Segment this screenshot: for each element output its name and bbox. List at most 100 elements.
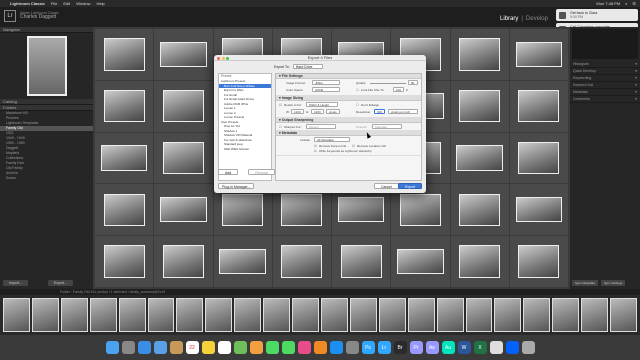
- grid-thumbnail[interactable]: [450, 80, 509, 132]
- premiere-icon[interactable]: Pr: [409, 341, 423, 354]
- grid-thumbnail[interactable]: [272, 236, 331, 287]
- menu-window[interactable]: Window: [76, 1, 90, 6]
- resolution-units-select[interactable]: pixels per inch: [388, 109, 418, 114]
- audition-icon[interactable]: Au: [441, 341, 455, 354]
- color-space-select[interactable]: sRGB: [312, 87, 340, 92]
- spotlight-icon[interactable]: ⌕: [625, 1, 627, 6]
- finder-icon[interactable]: [105, 341, 119, 354]
- chrome-icon[interactable]: [489, 341, 503, 354]
- filmstrip-thumbnail[interactable]: [176, 298, 204, 332]
- word-icon[interactable]: W: [457, 341, 471, 354]
- dropbox-icon[interactable]: [505, 341, 519, 354]
- limit-file-size-checkbox[interactable]: ☐: [356, 88, 359, 92]
- cancel-button[interactable]: Cancel: [374, 183, 399, 189]
- grid-thumbnail[interactable]: [509, 80, 568, 132]
- sync-metadata-button[interactable]: Sync Metadata: [572, 280, 599, 286]
- itunes-icon[interactable]: [297, 341, 311, 354]
- minimize-window-icon[interactable]: [221, 56, 225, 60]
- menu-app-name[interactable]: Lightroom Classic: [10, 1, 45, 6]
- filmstrip-thumbnail[interactable]: [89, 298, 117, 332]
- grid-thumbnail[interactable]: [509, 236, 568, 287]
- size-units-select[interactable]: pixels: [326, 109, 340, 114]
- filmstrip-thumbnail[interactable]: [31, 298, 59, 332]
- dont-enlarge-checkbox[interactable]: ☐: [356, 103, 359, 107]
- filmstrip-thumbnail[interactable]: [465, 298, 493, 332]
- height-input[interactable]: 1200: [311, 109, 324, 114]
- maps-icon[interactable]: [233, 341, 247, 354]
- right-panel-section[interactable]: Metadata ▾: [570, 89, 640, 96]
- lightroom-icon[interactable]: Lr: [377, 341, 391, 354]
- aftereffects-icon[interactable]: Ae: [425, 341, 439, 354]
- grid-thumbnail[interactable]: [154, 236, 213, 287]
- remove-preset-button[interactable]: Remove: [248, 169, 276, 175]
- quality-slider[interactable]: [370, 82, 406, 84]
- notes-icon[interactable]: [201, 341, 215, 354]
- export-to-select[interactable]: Hard Drive: [292, 64, 323, 69]
- facetime-icon[interactable]: [281, 341, 295, 354]
- filmstrip-thumbnail[interactable]: [581, 298, 609, 332]
- grid-thumbnail[interactable]: [95, 184, 154, 236]
- module-develop[interactable]: Develop: [526, 16, 548, 22]
- contacts-icon[interactable]: [169, 341, 183, 354]
- right-panel-section[interactable]: Comments ▾: [570, 96, 640, 103]
- close-window-icon[interactable]: [217, 56, 220, 60]
- grid-thumbnail[interactable]: [450, 184, 509, 236]
- grid-thumbnail[interactable]: [154, 29, 213, 80]
- include-select[interactable]: All Metadata: [314, 137, 350, 142]
- grid-thumbnail[interactable]: [450, 236, 509, 287]
- grid-thumbnail[interactable]: [450, 132, 509, 184]
- filmstrip-thumbnail[interactable]: [3, 298, 30, 332]
- right-panel-section[interactable]: Quick Develop ▾: [570, 68, 640, 75]
- zoom-window-icon[interactable]: [226, 56, 229, 60]
- import-button[interactable]: Import...: [3, 280, 28, 286]
- mail-icon[interactable]: [153, 341, 167, 354]
- navigator-preview[interactable]: [26, 36, 67, 96]
- filmstrip-thumbnail[interactable]: [60, 298, 88, 332]
- add-preset-button[interactable]: Add: [218, 169, 239, 175]
- preset-item[interactable]: Wall JPEG Monitor: [219, 147, 271, 152]
- resize-checkbox[interactable]: ☑: [279, 103, 282, 107]
- notification-center-icon[interactable]: ☰: [632, 1, 636, 6]
- right-panel-section[interactable]: Histogram ▾: [570, 61, 640, 68]
- filmstrip-thumbnail[interactable]: [320, 298, 348, 332]
- filmstrip-thumbnail[interactable]: [523, 298, 551, 332]
- sync-settings-button[interactable]: Sync Settings: [601, 280, 626, 286]
- grid-thumbnail[interactable]: [509, 184, 568, 236]
- menu-file[interactable]: File: [51, 1, 57, 6]
- image-format-select[interactable]: JPEG: [312, 80, 340, 85]
- filmstrip-thumbnail[interactable]: [118, 298, 146, 332]
- grid-thumbnail[interactable]: [95, 29, 154, 80]
- right-panel-section[interactable]: Keyword List ▾: [570, 82, 640, 89]
- right-panel-section[interactable]: Keywording ▾: [570, 75, 640, 82]
- grid-thumbnail[interactable]: [450, 29, 509, 80]
- plugin-manager-button[interactable]: Plug-in Manager...: [218, 183, 255, 189]
- filmstrip-thumbnail[interactable]: [349, 298, 377, 332]
- filmstrip-thumbnail[interactable]: [292, 298, 319, 332]
- filmstrip-thumbnail[interactable]: [263, 298, 291, 332]
- notification-reminder[interactable]: Get back to Clara 9:00 PM: [556, 9, 638, 21]
- filmstrip-thumbnail[interactable]: [552, 298, 580, 332]
- grid-thumbnail[interactable]: [154, 184, 213, 236]
- remove-location-checkbox[interactable]: ☑: [352, 144, 355, 148]
- grid-thumbnail[interactable]: [391, 236, 450, 287]
- resize-mode-select[interactable]: Width & Height: [306, 102, 338, 107]
- grid-thumbnail[interactable]: [154, 80, 213, 132]
- grid-thumbnail[interactable]: [213, 236, 272, 287]
- filmstrip-thumbnail[interactable]: [147, 298, 175, 332]
- grid-thumbnail[interactable]: [509, 132, 568, 184]
- launchpad-icon[interactable]: [121, 341, 135, 354]
- filmstrip-thumbnail[interactable]: [610, 298, 637, 332]
- reminders-icon[interactable]: [217, 341, 231, 354]
- appstore-icon[interactable]: [329, 341, 343, 354]
- messages-icon[interactable]: [265, 341, 279, 354]
- folder-item[interactable]: Scans: [0, 176, 93, 181]
- excel-icon[interactable]: X: [473, 341, 487, 354]
- safari-icon[interactable]: [137, 341, 151, 354]
- navigator-header[interactable]: Navigator: [0, 27, 93, 33]
- export-dialog-button[interactable]: Export: [398, 183, 423, 189]
- grid-thumbnail[interactable]: [95, 132, 154, 184]
- sharpen-checkbox[interactable]: ☐: [279, 125, 282, 129]
- filmstrip-thumbnail[interactable]: [494, 298, 522, 332]
- grid-thumbnail[interactable]: [95, 80, 154, 132]
- grid-thumbnail[interactable]: [332, 236, 391, 287]
